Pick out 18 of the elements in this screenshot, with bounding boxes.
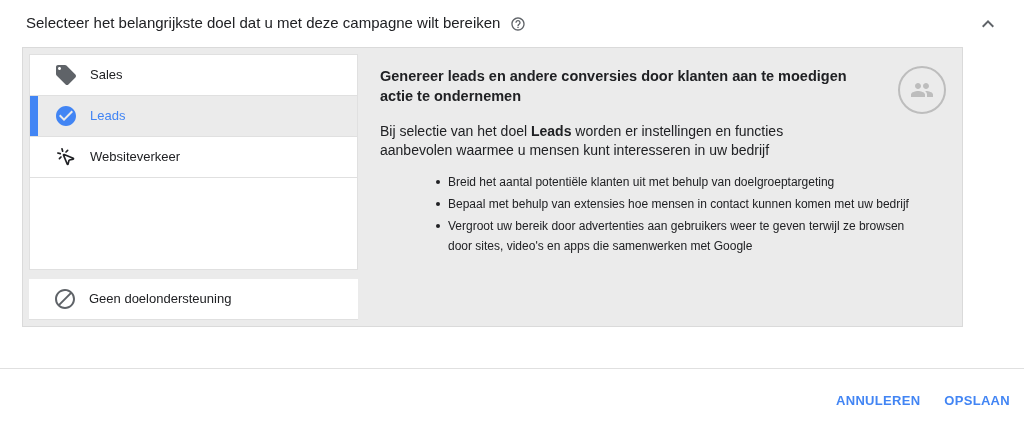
bullet-icon: [436, 224, 440, 228]
dialog-button[interactable]: ANNULEREN: [828, 385, 929, 417]
selection-bar: [30, 96, 38, 136]
detail-description: Bij selectie van het doel Leads worden er instellingen en functies aanbevolen waarmee u mensen kunt interesseren in uw bedrijf: [380, 122, 785, 160]
help-icon[interactable]: [510, 15, 527, 32]
block-icon: [53, 287, 77, 312]
bullet-icon: [436, 180, 440, 184]
detail-title: Genereer leads en andere conversies door klanten aan te moedigen actie te ondernemen: [380, 67, 848, 106]
bullet-icon: [436, 202, 440, 206]
cursor-click-icon: [56, 147, 76, 167]
section-heading: Selecteer het belangrijkste doel dat u met deze campagne wilt bereiken: [26, 13, 501, 34]
bullet-text: Bepaal met behulp van extensies hoe mensen in contact kunnen komen met uw bedrijf: [448, 196, 909, 213]
bullet-text: Vergroot uw bereik door advertenties aan gebruikers weer te geven terwijl ze browsen door sites, video's en apps die samenwerken met Google: [448, 218, 906, 255]
bullet-text: Breid het aantal potentiële klanten uit met behulp van doelgroeptargeting: [448, 174, 835, 191]
dialog-button[interactable]: OPSLAAN: [936, 385, 1018, 417]
goal-option[interactable]: Geen doelondersteuning: [29, 279, 358, 320]
people-icon: [898, 66, 946, 114]
tag-icon: [54, 63, 78, 87]
